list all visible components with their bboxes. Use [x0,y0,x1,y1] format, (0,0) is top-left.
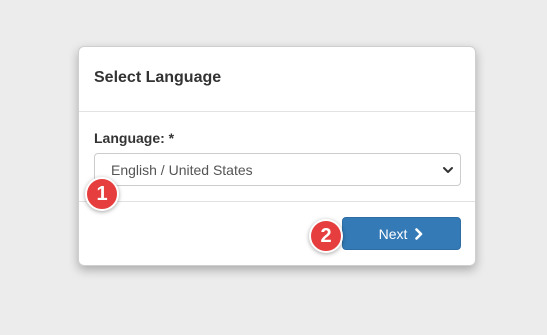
dialog-title: Select Language [94,69,222,86]
select-language-dialog: Select Language Language: * English / Un… [78,46,476,266]
dialog-footer: Next [79,202,475,265]
language-select-value: English / United States [111,162,253,178]
step-marker-1: 1 [85,177,119,211]
language-label: Language: * [94,130,175,146]
next-button[interactable]: Next [342,217,461,250]
page: Select Language Language: * English / Un… [0,0,547,335]
chevron-down-icon [443,167,453,173]
dialog-header: Select Language [79,47,475,112]
step-marker-2: 2 [309,219,343,253]
dialog-body: Language: * English / United States [79,112,475,202]
next-button-label: Next [378,225,408,242]
language-select[interactable]: English / United States [94,153,461,186]
chevron-right-icon [415,227,423,240]
